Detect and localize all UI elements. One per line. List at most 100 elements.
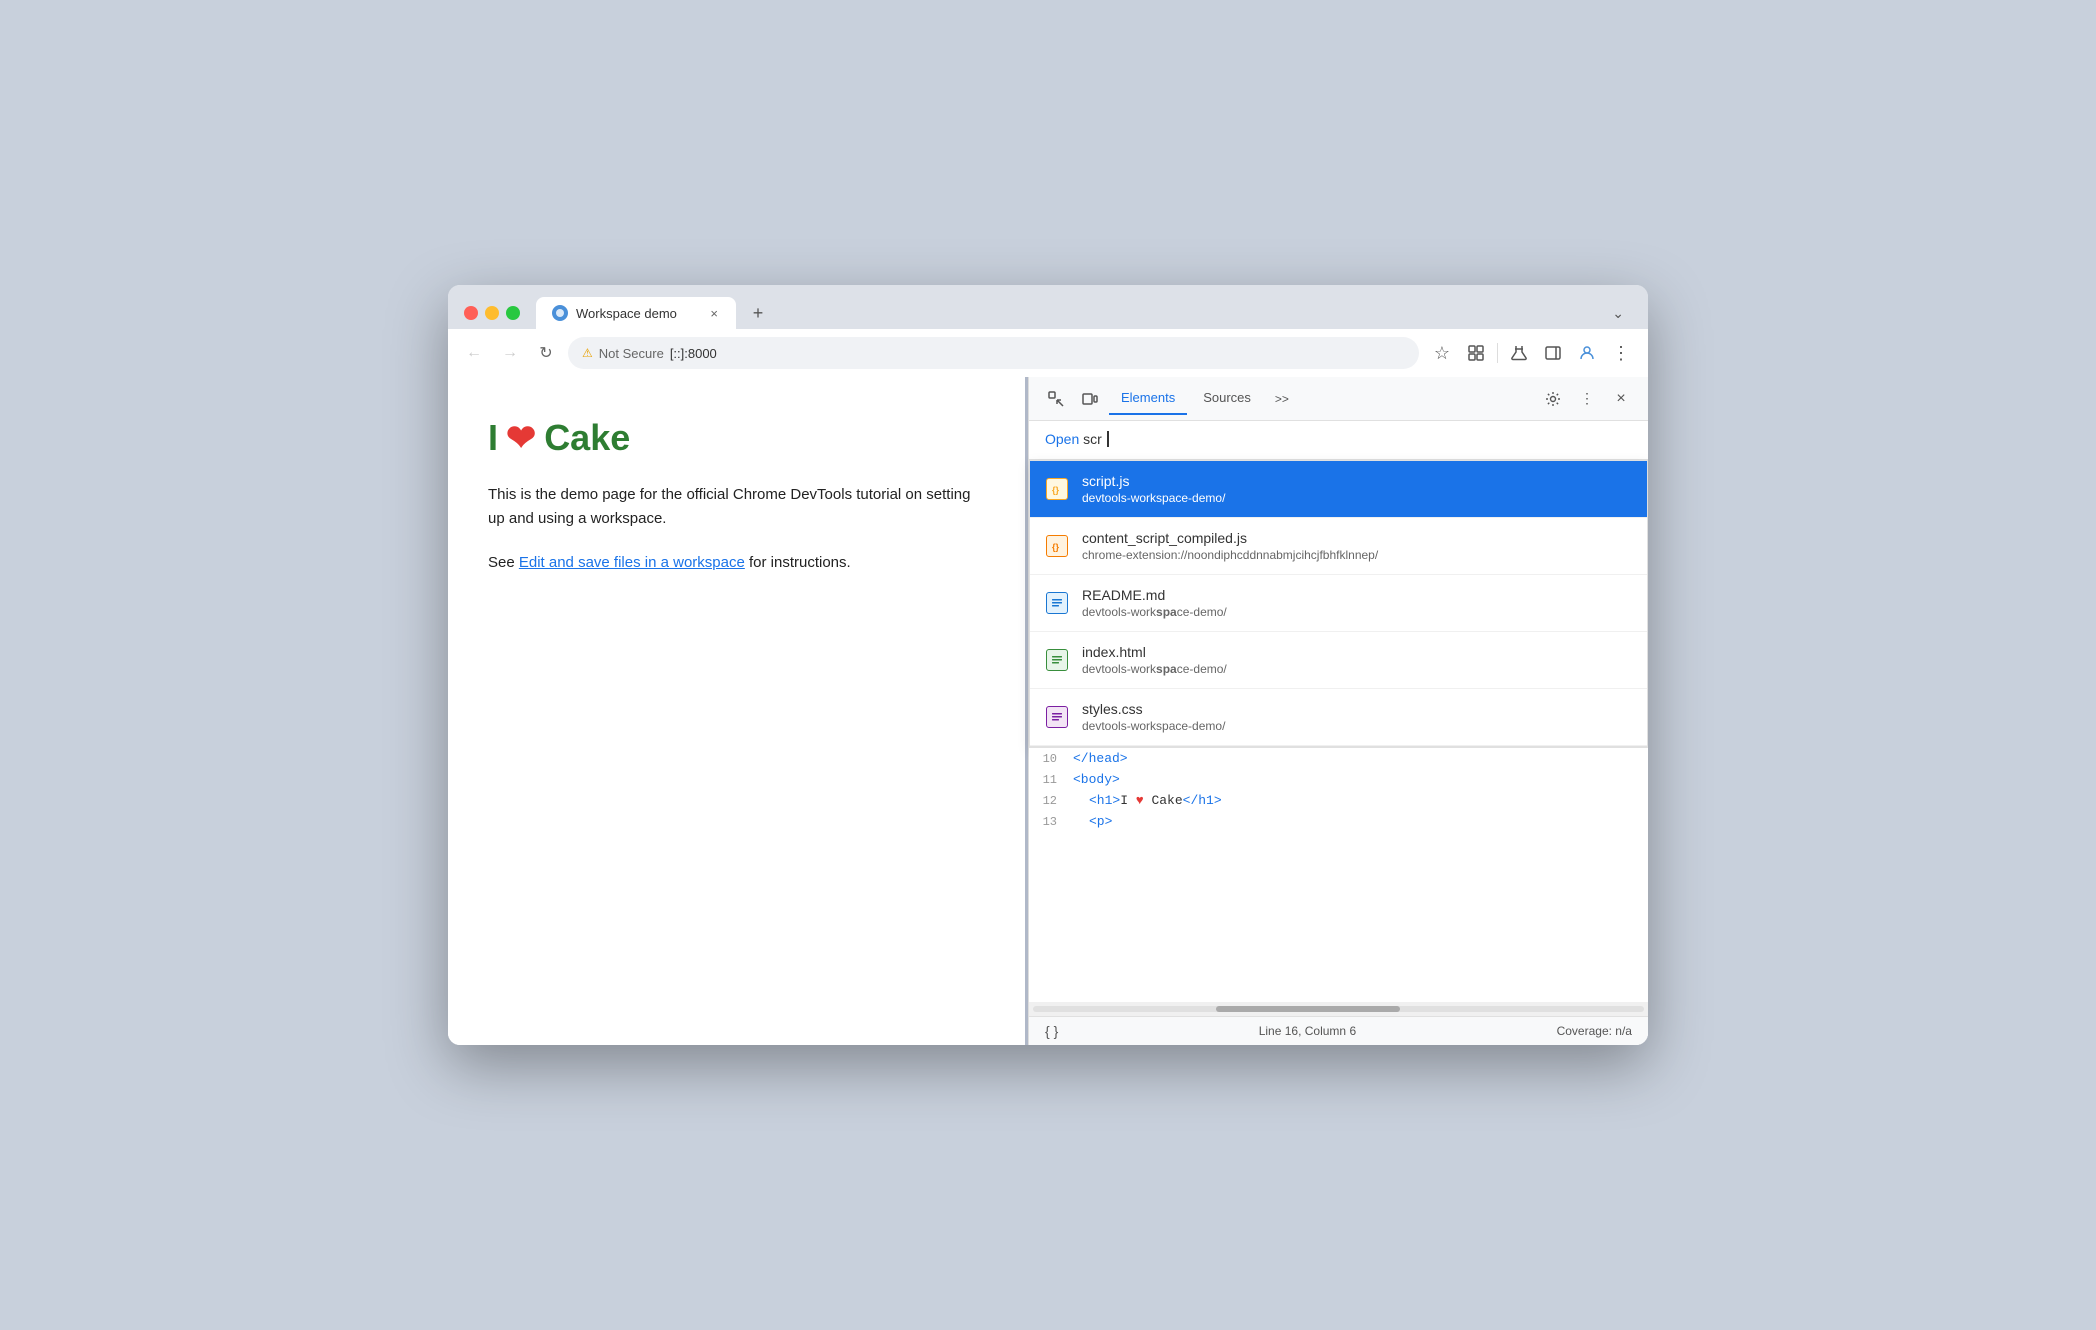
address-url: [::]:8000: [670, 346, 717, 361]
scroll-thumb[interactable]: [1216, 1006, 1399, 1012]
title-bar: Workspace demo × + ⌄: [448, 285, 1648, 329]
code-area: 10 </head> 11 <body> 12 <h1>I ♥ Cake</h1…: [1029, 747, 1648, 1002]
file-item-readme[interactable]: README.md devtools-workspace-demo/: [1030, 575, 1647, 632]
page-content: I ❤ Cake This is the demo page for the o…: [448, 377, 1025, 1045]
search-text: Open scr: [1045, 431, 1109, 447]
back-button[interactable]: ←: [460, 339, 488, 367]
devtools-close-button[interactable]: ×: [1606, 384, 1636, 414]
file-path-index-html: devtools-workspace-demo/: [1082, 662, 1227, 676]
js-file-icon: {}: [1046, 478, 1068, 500]
workspace-link[interactable]: Edit and save files in a workspace: [519, 554, 745, 571]
line-content-10: </head>: [1073, 751, 1128, 766]
traffic-lights: [464, 306, 520, 320]
tab-elements[interactable]: Elements: [1109, 382, 1187, 415]
file-name-content-script: content_script_compiled.js: [1082, 530, 1378, 546]
main-area: I ❤ Cake This is the demo page for the o…: [448, 377, 1648, 1045]
active-tab[interactable]: Workspace demo ×: [536, 297, 736, 329]
file-path-styles-css: devtools-workspace-demo/: [1082, 719, 1225, 733]
file-info-content-script: content_script_compiled.js chrome-extens…: [1082, 530, 1378, 562]
security-warning-icon: ⚠: [582, 346, 593, 360]
see-label: See: [488, 554, 519, 571]
file-info-script-js: script.js devtools-workspace-demo/: [1082, 473, 1225, 505]
reload-button[interactable]: ↻: [532, 339, 560, 367]
file-path-readme: devtools-workspace-demo/: [1082, 605, 1227, 619]
code-line-13: 13 <p>: [1029, 811, 1648, 832]
sidebar-button[interactable]: [1538, 338, 1568, 368]
file-name-script-js: script.js: [1082, 473, 1225, 489]
inspect-element-button[interactable]: [1041, 384, 1071, 414]
devtools-toolbar: Elements Sources >> ⋮ ×: [1029, 377, 1648, 421]
status-curly-braces: { }: [1045, 1023, 1058, 1039]
md-file-icon: [1046, 592, 1068, 614]
line-number-13: 13: [1029, 815, 1073, 829]
file-name-readme: README.md: [1082, 587, 1227, 603]
scroll-track: [1033, 1006, 1644, 1012]
not-secure-label: Not Secure: [599, 346, 664, 361]
after-link-text: for instructions.: [745, 554, 851, 571]
file-path-script-js: devtools-workspace-demo/: [1082, 491, 1225, 505]
profile-button[interactable]: [1572, 338, 1602, 368]
tab-sources[interactable]: Sources: [1191, 382, 1263, 415]
forward-button[interactable]: →: [496, 339, 524, 367]
file-list: {} script.js devtools-workspace-demo/ {}: [1029, 460, 1648, 747]
minimize-button[interactable]: [485, 306, 499, 320]
svg-text:{}: {}: [1052, 485, 1060, 495]
file-item-content-script[interactable]: {} content_script_compiled.js chrome-ext…: [1030, 518, 1647, 575]
html-file-icon: [1046, 649, 1068, 671]
status-coverage: Coverage: n/a: [1557, 1024, 1632, 1038]
file-info-index-html: index.html devtools-workspace-demo/: [1082, 644, 1227, 676]
heart-icon: ❤: [506, 417, 536, 459]
tab-row: Workspace demo × + ⌄: [464, 297, 1632, 329]
close-button[interactable]: [464, 306, 478, 320]
tab-title: Workspace demo: [576, 306, 700, 321]
cursor-indicator: [1103, 431, 1109, 447]
nav-divider: [1497, 343, 1498, 363]
devtools-panel: Elements Sources >> ⋮ × Open s: [1028, 377, 1648, 1045]
nav-actions: ☆: [1427, 338, 1636, 368]
file-item-index-html[interactable]: index.html devtools-workspace-demo/: [1030, 632, 1647, 689]
search-query: scr: [1083, 431, 1102, 447]
svg-text:{}: {}: [1052, 542, 1060, 552]
page-body-text: This is the demo page for the official C…: [488, 483, 985, 531]
css-file-icon: [1046, 706, 1068, 728]
file-item-script-js[interactable]: {} script.js devtools-workspace-demo/: [1030, 461, 1647, 518]
line-content-13: <p>: [1073, 814, 1112, 829]
line-number-12: 12: [1029, 794, 1073, 808]
page-see-text: See Edit and save files in a workspace f…: [488, 551, 985, 575]
code-line-12: 12 <h1>I ♥ Cake</h1>: [1029, 790, 1648, 811]
more-menu-button[interactable]: ⋮: [1606, 338, 1636, 368]
maximize-button[interactable]: [506, 306, 520, 320]
tab-favicon: [552, 305, 568, 321]
bookmark-button[interactable]: ☆: [1427, 338, 1457, 368]
tab-dropdown-button[interactable]: ⌄: [1604, 301, 1632, 326]
search-prefix: Open: [1045, 431, 1079, 447]
line-number-10: 10: [1029, 752, 1073, 766]
code-line-10: 10 </head>: [1029, 748, 1648, 769]
file-info-styles-css: styles.css devtools-workspace-demo/: [1082, 701, 1225, 733]
file-info-readme: README.md devtools-workspace-demo/: [1082, 587, 1227, 619]
code-line-11: 11 <body>: [1029, 769, 1648, 790]
file-name-index-html: index.html: [1082, 644, 1227, 660]
devtools-more-button[interactable]: ⋮: [1572, 384, 1602, 414]
file-item-styles-css[interactable]: styles.css devtools-workspace-demo/: [1030, 689, 1647, 746]
devtools-settings-button[interactable]: [1538, 384, 1568, 414]
file-path-content-script: chrome-extension://noondiphcddnnabmjcihc…: [1082, 548, 1378, 562]
line-content-11: <body>: [1073, 772, 1120, 787]
file-name-styles-css: styles.css: [1082, 701, 1225, 717]
more-tabs-button[interactable]: >>: [1267, 388, 1297, 410]
line-content-12: <h1>I ♥ Cake</h1>: [1073, 793, 1222, 808]
extensions-button[interactable]: [1461, 338, 1491, 368]
navigation-bar: ← → ↻ ⚠ Not Secure [::]:8000 ☆: [448, 329, 1648, 377]
tab-close-button[interactable]: ×: [708, 306, 720, 321]
experiments-button[interactable]: [1504, 338, 1534, 368]
browser-window: Workspace demo × + ⌄ ← → ↻ ⚠ Not Secure …: [448, 285, 1648, 1045]
device-toggle-button[interactable]: [1075, 384, 1105, 414]
heading-cake: Cake: [544, 417, 630, 459]
address-bar[interactable]: ⚠ Not Secure [::]:8000: [568, 337, 1419, 369]
line-number-11: 11: [1029, 773, 1073, 787]
new-tab-button[interactable]: +: [744, 299, 772, 327]
js-ext-file-icon: {}: [1046, 535, 1068, 557]
devtools-status-bar: { } Line 16, Column 6 Coverage: n/a: [1029, 1016, 1648, 1045]
scroll-bar[interactable]: [1029, 1002, 1648, 1016]
status-line-col: Line 16, Column 6: [1259, 1024, 1356, 1038]
